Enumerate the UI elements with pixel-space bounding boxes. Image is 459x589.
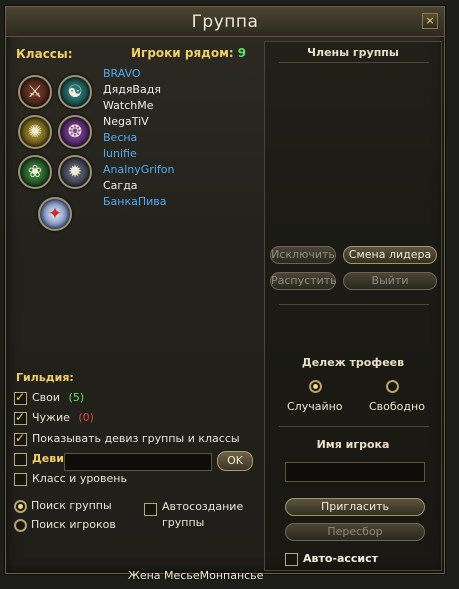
player-name-title: Имя игрока <box>316 438 390 451</box>
leave-button[interactable]: Выйти <box>343 272 437 290</box>
classes-label: Классы: <box>16 47 73 61</box>
class-warrior-icon[interactable]: ⚔ <box>18 75 52 109</box>
nearby-players-title: Игроки рядом: <box>131 46 234 60</box>
disband-button[interactable]: Распустить <box>270 272 337 290</box>
others-guild-label: Чужие <box>32 411 70 424</box>
guild-label: Гильдия: <box>16 371 74 384</box>
loot-random-radio[interactable] <box>309 380 322 393</box>
auto-assist-checkbox[interactable] <box>285 552 298 566</box>
show-motto-row[interactable]: Показывать девиз группы и классы <box>14 431 240 446</box>
class-mage-icon[interactable]: ☯ <box>58 75 92 109</box>
invite-button[interactable]: Пригласить <box>285 498 425 516</box>
motto-input[interactable] <box>64 453 212 471</box>
show-motto-checkbox[interactable] <box>14 431 27 446</box>
group-search-label: Поиск группы <box>31 499 112 512</box>
list-item[interactable]: BRAVO <box>103 66 263 82</box>
close-button[interactable]: × <box>422 13 438 29</box>
auto-assist-label: Авто-ассист <box>303 552 379 565</box>
list-item[interactable]: БанкаПива <box>103 194 263 210</box>
class-level-checkbox[interactable] <box>14 472 27 486</box>
nearby-players-list: BRAVO ДядяВадя WatchMe NegaTiV Весна lun… <box>103 66 263 210</box>
reroll-button[interactable]: Пересбор <box>285 523 425 541</box>
list-item[interactable]: AnalnyGrifon <box>103 162 263 178</box>
divider <box>279 62 429 63</box>
loot-free-label: Свободно <box>369 400 425 413</box>
group-window: Группа × Классы: Игроки рядом: 9 ⚔ ☯ ✺ ❂ … <box>5 6 445 574</box>
motto-checkbox[interactable] <box>14 452 27 466</box>
own-guild-count: (5) <box>68 391 85 404</box>
autocreate-checkbox[interactable] <box>144 503 157 516</box>
others-guild-count: (0) <box>78 411 94 424</box>
divider <box>279 426 429 427</box>
list-item[interactable]: Сагда <box>103 178 263 194</box>
list-item[interactable]: ДядяВадя <box>103 82 263 98</box>
class-level-row[interactable]: Класс и уровень <box>14 472 127 486</box>
player-search-label: Поиск игроков <box>31 518 116 531</box>
group-search-row[interactable]: Поиск группы <box>14 499 112 513</box>
motto-row: Девиз <box>14 452 70 466</box>
left-pane: Классы: Игроки рядом: 9 ⚔ ☯ ✺ ❂ ❀ ✹ ✦ BRA… <box>6 37 264 574</box>
class-ranger-icon[interactable]: ❀ <box>18 155 52 189</box>
group-members-title: Члены группы <box>307 46 399 59</box>
list-item[interactable]: Весна <box>103 130 263 146</box>
class-psionic-icon[interactable]: ❂ <box>58 115 92 149</box>
own-guild-checkbox[interactable] <box>14 390 27 405</box>
autocreate-label-line1: Автосоздание <box>162 500 244 513</box>
title-bar[interactable]: Группа × <box>6 7 444 37</box>
group-members-panel: Члены группы Исключить Смена лидера Расп… <box>264 41 442 571</box>
class-level-label: Класс и уровень <box>32 472 127 485</box>
loot-title: Дележ трофеев <box>301 356 405 369</box>
others-guild-row[interactable]: Чужие (0) <box>14 410 94 425</box>
player-search-row[interactable]: Поиск игроков <box>14 518 116 532</box>
window-title: Группа <box>191 12 259 32</box>
class-healer-icon[interactable]: ✺ <box>18 115 52 149</box>
class-summoner-icon[interactable]: ✦ <box>38 197 72 231</box>
group-search-radio[interactable] <box>14 499 27 513</box>
class-necro-icon[interactable]: ✹ <box>58 155 92 189</box>
list-item[interactable]: NegaTiV <box>103 114 263 130</box>
list-item[interactable]: WatchMe <box>103 98 263 114</box>
player-search-radio[interactable] <box>14 518 27 532</box>
ok-button[interactable]: OK <box>217 451 253 471</box>
list-item[interactable]: lunifie <box>103 146 263 162</box>
kick-button[interactable]: Исключить <box>270 246 336 264</box>
divider <box>279 304 429 305</box>
autocreate-row[interactable]: Автосоздание группы <box>144 499 243 531</box>
autocreate-label-line2: группы <box>162 516 205 529</box>
player-name-input[interactable] <box>285 462 425 482</box>
others-guild-checkbox[interactable] <box>14 410 27 425</box>
loot-random-label: Случайно <box>287 400 343 413</box>
nearby-players-label: Игроки рядом: 9 <box>131 46 246 60</box>
loot-free-radio[interactable] <box>386 380 399 393</box>
nearby-players-count: 9 <box>237 46 247 60</box>
own-guild-label: Свои <box>32 391 61 404</box>
change-leader-button[interactable]: Смена лидера <box>343 246 437 264</box>
own-guild-row[interactable]: Свои (5) <box>14 390 85 405</box>
world-player-nameplate: Жена МесьеМонпансье <box>128 569 264 582</box>
auto-assist-row[interactable]: Авто-ассист <box>285 552 378 566</box>
show-motto-label: Показывать девиз группы и классы <box>32 432 240 445</box>
